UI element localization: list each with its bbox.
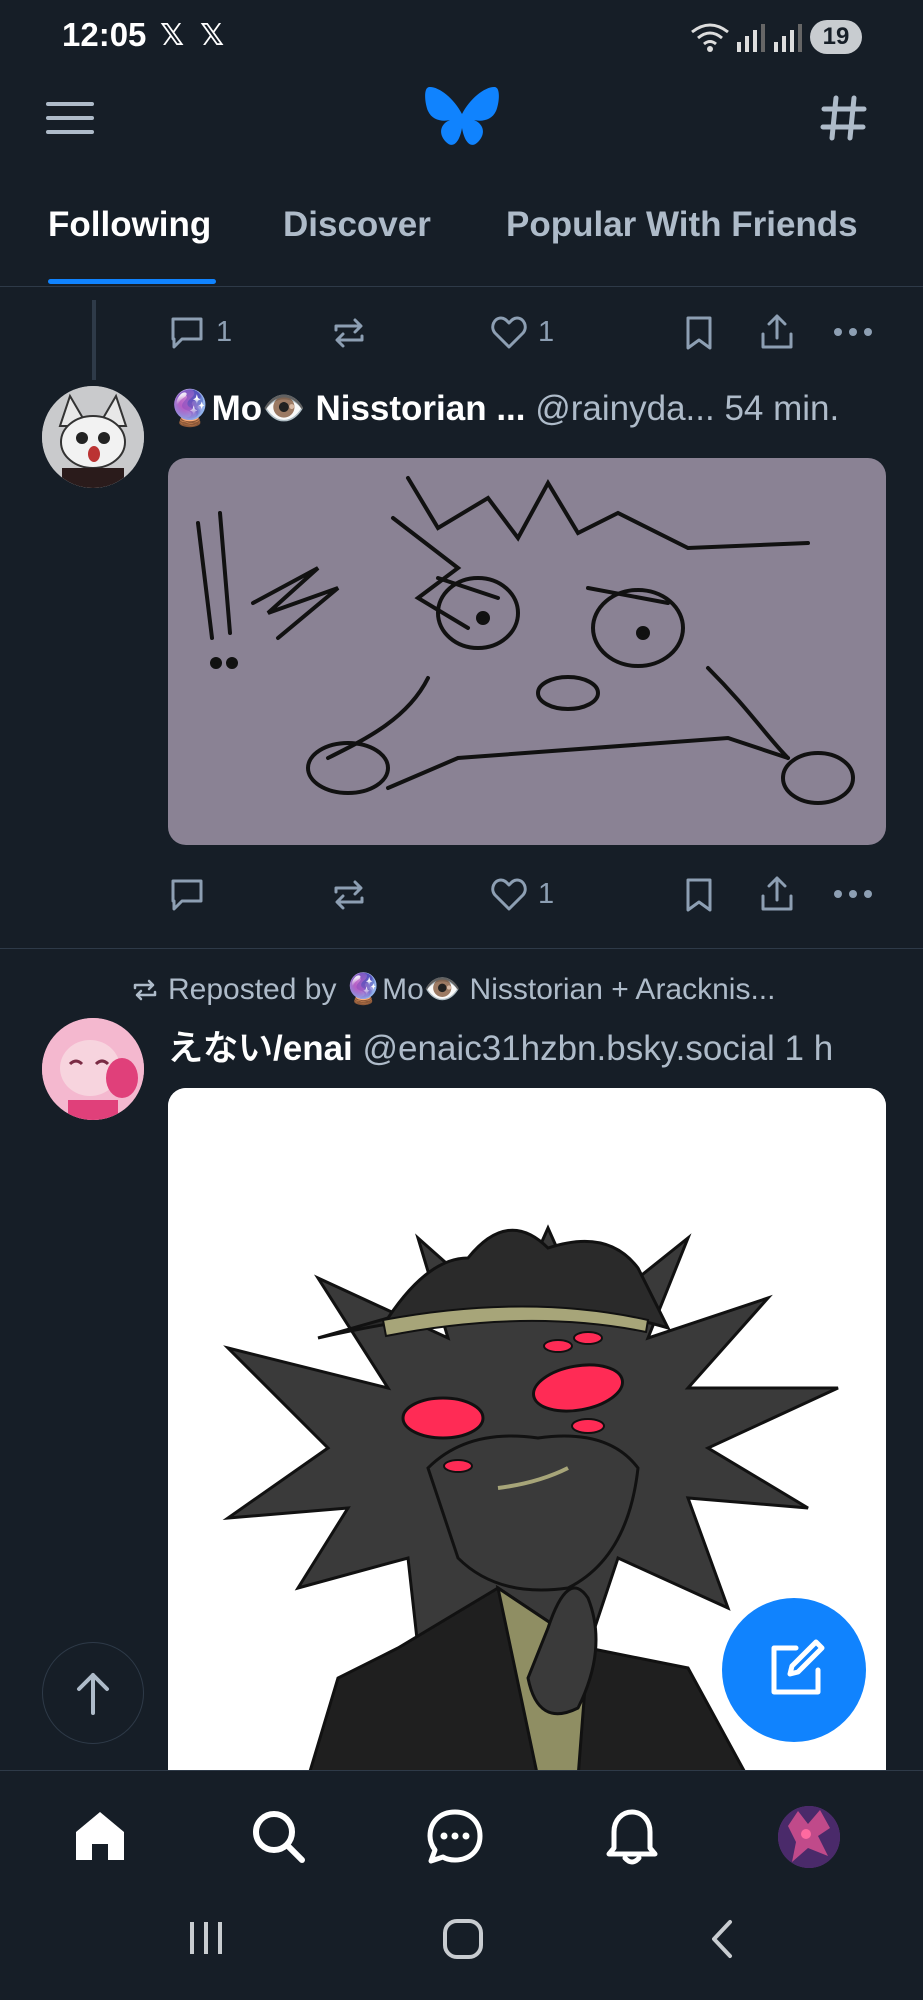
like-count: 1 — [538, 878, 555, 910]
avatar[interactable] — [42, 1018, 144, 1120]
home-icon[interactable] — [72, 1808, 128, 1864]
home-button-icon[interactable] — [442, 1918, 484, 1960]
reposter-names: Nisstorian + Aracknis... — [461, 973, 776, 1006]
reposter-emoji: 🔮 — [344, 973, 383, 1006]
profile-avatar[interactable] — [778, 1806, 840, 1868]
reply-icon[interactable] — [168, 314, 206, 352]
tab-discover[interactable]: Discover — [283, 205, 431, 245]
repost-attribution[interactable]: Reposted by 🔮Mo👁️ Nisstorian + Aracknis.… — [168, 972, 775, 1007]
post-divider — [0, 948, 923, 949]
repost-label: Reposted by — [168, 973, 345, 1006]
author-emoji: 👁️ — [262, 389, 306, 428]
bookmark-icon[interactable] — [682, 876, 716, 914]
hamburger-icon[interactable] — [46, 98, 96, 138]
recent-apps-icon[interactable] — [186, 1918, 226, 1958]
tab-following[interactable]: Following — [48, 205, 211, 245]
back-icon[interactable] — [706, 1918, 738, 1960]
like-icon[interactable] — [490, 876, 528, 914]
post-image[interactable] — [168, 458, 886, 845]
post-time: 1 h — [774, 1029, 834, 1068]
like-count: 1 — [538, 316, 555, 348]
hash-icon[interactable] — [820, 94, 868, 142]
like-icon[interactable] — [490, 314, 528, 352]
author-name: Mo — [211, 389, 263, 428]
author-name: Nisstorian ... — [305, 389, 526, 428]
chat-icon[interactable] — [426, 1808, 484, 1866]
reply-count: 1 — [216, 316, 233, 348]
reply-icon[interactable] — [168, 876, 206, 914]
bookmark-icon[interactable] — [682, 314, 716, 352]
share-icon[interactable] — [758, 312, 796, 352]
repost-small-icon — [132, 978, 158, 1002]
more-options-icon[interactable] — [832, 326, 874, 338]
reposter-name: Mo — [382, 973, 424, 1006]
reposter-emoji: 👁️ — [423, 973, 462, 1006]
avatar[interactable] — [42, 386, 144, 488]
wifi-icon — [690, 22, 730, 52]
signal-icon — [735, 24, 765, 52]
battery-indicator: 19 — [810, 20, 862, 54]
repost-icon[interactable] — [330, 876, 368, 914]
scroll-to-top-button[interactable] — [42, 1642, 144, 1744]
signal-icon — [772, 24, 802, 52]
repost-icon[interactable] — [330, 314, 368, 352]
x-notification-icon: 𝕏 — [160, 19, 185, 52]
butterfly-logo[interactable] — [424, 84, 500, 152]
author-handle: @rainyda... — [525, 389, 715, 428]
more-options-icon[interactable] — [832, 888, 874, 900]
author-emoji: 🔮 — [168, 389, 212, 428]
author-handle: @enaic31hzbn.bsky.social — [352, 1029, 775, 1068]
thread-line — [92, 300, 96, 380]
post-author-line[interactable]: えない/enai @enaic31hzbn.bsky.social 1 h — [168, 1020, 888, 1071]
status-time: 12:05 — [62, 16, 147, 53]
tab-popular-with-friends[interactable]: Popular With Friends — [506, 205, 858, 245]
author-name: えない/enai — [168, 1029, 353, 1068]
post-author-line[interactable]: 🔮Mo👁️ Nisstorian ... @rainyda... 54 min. — [168, 388, 888, 429]
bell-icon[interactable] — [604, 1806, 660, 1866]
compose-post-button[interactable] — [722, 1598, 866, 1742]
active-tab-indicator — [48, 279, 216, 284]
share-icon[interactable] — [758, 874, 796, 914]
x-notification-icon: 𝕏 — [200, 19, 225, 52]
search-icon[interactable] — [250, 1808, 306, 1864]
post-time: 54 min. — [714, 389, 840, 428]
